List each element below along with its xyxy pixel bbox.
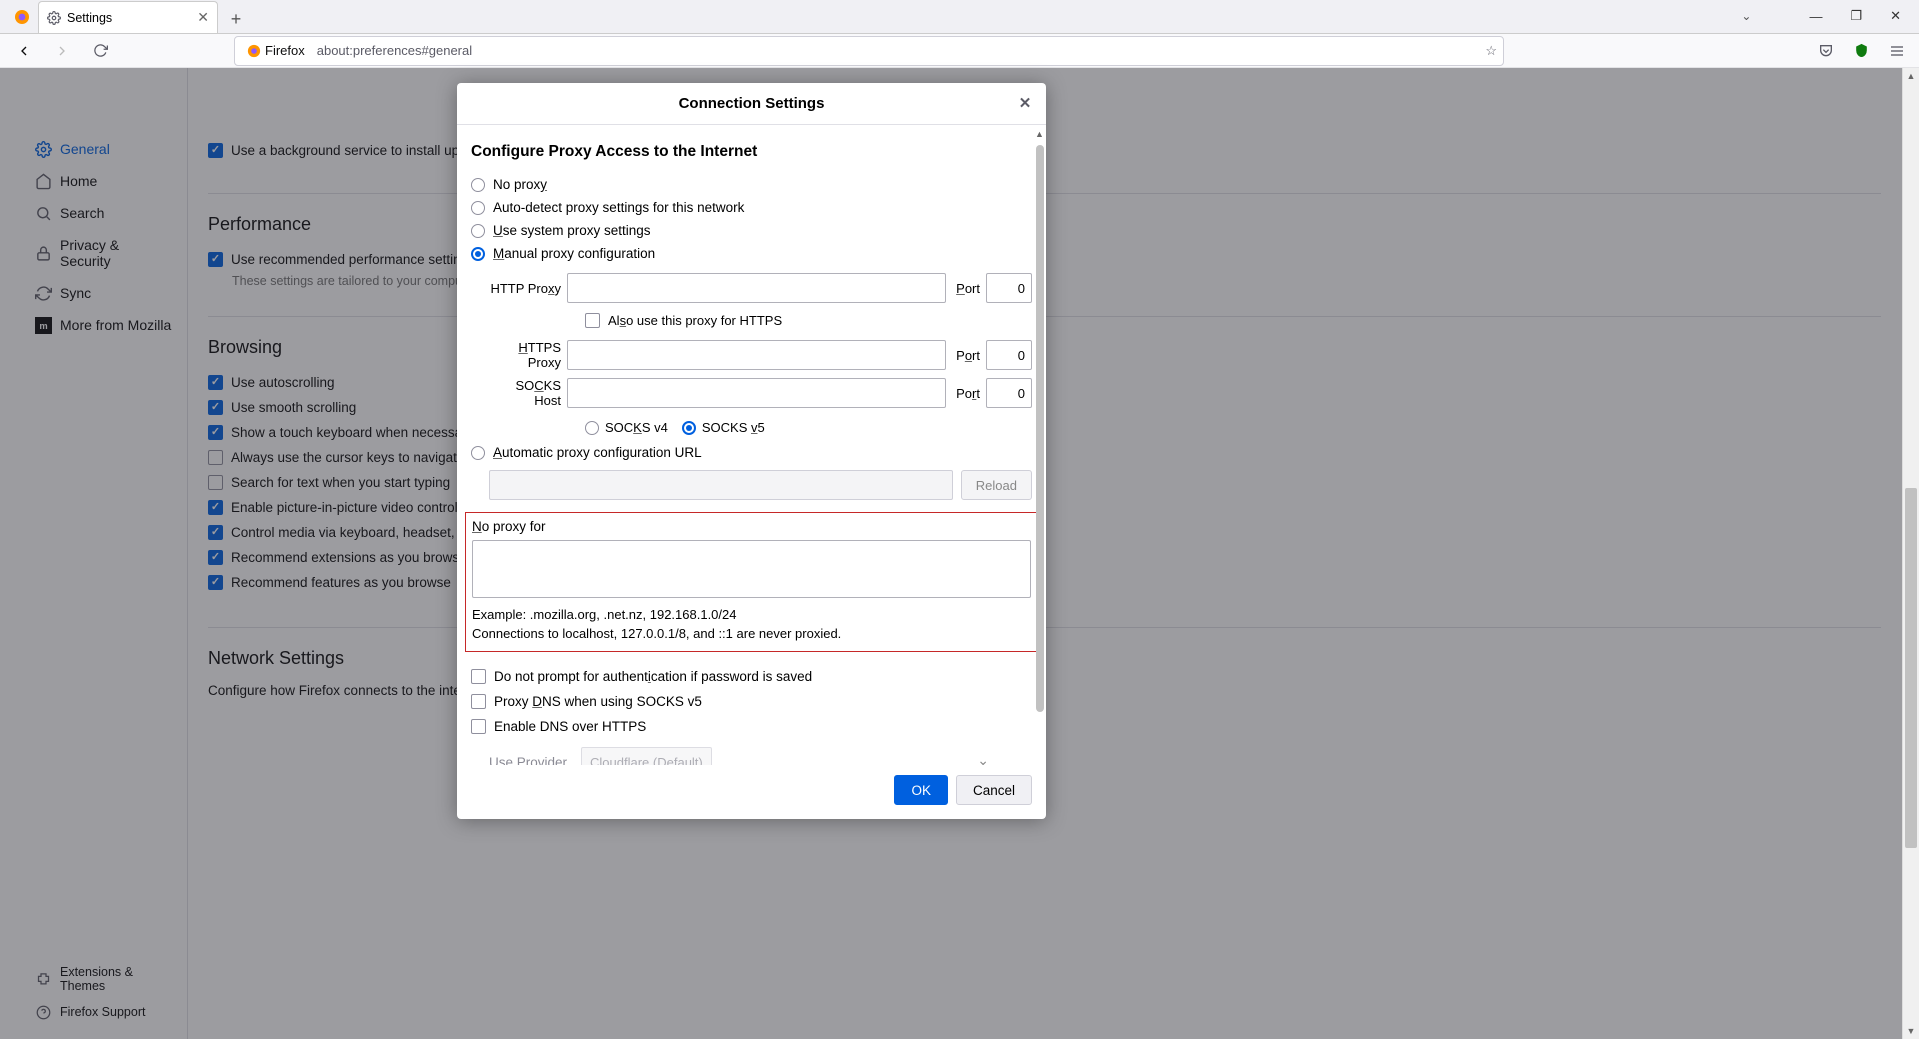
socks-port-label: Port	[956, 386, 980, 401]
socks-host-label: SOCKS Host	[489, 378, 561, 408]
no-proxy-label: No proxy for	[472, 517, 1031, 540]
pac-url-input	[489, 470, 953, 500]
radio-icon	[471, 224, 485, 238]
radio-icon	[585, 421, 599, 435]
manual-proxy-grid: HTTP Proxy Port Also use this proxy for …	[489, 273, 1032, 441]
scroll-thumb[interactable]	[1905, 488, 1917, 848]
radio-icon	[471, 178, 485, 192]
http-port-input[interactable]	[986, 273, 1032, 303]
enable-doh-row: Enable DNS over HTTPS	[471, 714, 1032, 739]
bookmark-star-icon[interactable]: ☆	[1485, 43, 1497, 59]
dialog-close-button[interactable]: ✕	[1014, 92, 1036, 114]
also-https-label: Also use this proxy for HTTPS	[608, 313, 782, 328]
radio-icon	[471, 201, 485, 215]
connection-settings-dialog: Connection Settings ✕ Configure Proxy Ac…	[457, 83, 1046, 819]
identity-box[interactable]: Firefox	[241, 41, 311, 60]
https-port-label: Port	[956, 348, 980, 363]
radio-auto-detect[interactable]: Auto-detect proxy settings for this netw…	[471, 196, 1032, 219]
close-window-icon[interactable]: ✕	[1890, 8, 1901, 24]
socks-port-input[interactable]	[986, 378, 1032, 408]
no-proxy-note: Connections to localhost, 127.0.0.1/8, a…	[472, 624, 1031, 643]
browser-tab[interactable]: Settings ✕	[38, 1, 218, 33]
radio-socks-v5[interactable]: SOCKS v5	[682, 420, 765, 435]
dialog-title: Connection Settings	[679, 95, 825, 112]
radio-icon	[471, 247, 485, 261]
no-auth-prompt-checkbox[interactable]	[471, 669, 486, 684]
proxy-dns-checkbox[interactable]	[471, 694, 486, 709]
dialog-footer: OK Cancel	[457, 765, 1046, 819]
url-bar[interactable]: Firefox about:preferences#general ☆	[234, 36, 1504, 66]
scroll-up-icon[interactable]: ▲	[1903, 68, 1919, 84]
window-controls: ⌄ — ❐ ✕	[1741, 0, 1919, 33]
gear-icon	[47, 11, 61, 25]
new-tab-button[interactable]: +	[222, 5, 250, 33]
radio-label: Auto-detect proxy settings for this netw…	[493, 200, 744, 215]
ok-button[interactable]: OK	[894, 775, 948, 805]
no-auth-prompt-label: Do not prompt for authentication if pass…	[494, 669, 812, 684]
dialog-scroll-thumb[interactable]	[1036, 145, 1044, 712]
cancel-button[interactable]: Cancel	[956, 775, 1032, 805]
http-port-label: Port	[956, 281, 980, 296]
tab-title: Settings	[67, 11, 112, 25]
url-text: about:preferences#general	[317, 43, 472, 58]
page-scrollbar[interactable]: ▲ ▼	[1902, 68, 1919, 1039]
no-proxy-example: Example: .mozilla.org, .net.nz, 192.168.…	[472, 601, 1031, 624]
dialog-title-bar: Connection Settings ✕	[457, 83, 1046, 125]
dialog-scrollbar[interactable]: ▲	[1036, 145, 1044, 761]
https-proxy-input[interactable]	[567, 340, 946, 370]
socks-host-input[interactable]	[567, 378, 946, 408]
radio-pac-url[interactable]: Automatic proxy configuration URL	[471, 441, 1032, 464]
doh-provider-select: Cloudflare (Default)	[581, 747, 712, 765]
radio-system-proxy[interactable]: Use system proxy settings	[471, 219, 1032, 242]
radio-label: Use system proxy settings	[493, 223, 651, 238]
tab-strip: Settings ✕ + ⌄ — ❐ ✕	[0, 0, 1919, 34]
enable-doh-checkbox[interactable]	[471, 719, 486, 734]
back-button[interactable]	[10, 37, 38, 65]
https-proxy-label: HTTPS Proxy	[489, 340, 561, 370]
also-https-checkbox[interactable]	[585, 313, 600, 328]
reload-button[interactable]	[86, 37, 114, 65]
app-menu-icon[interactable]	[1889, 43, 1905, 59]
scroll-down-icon[interactable]: ▼	[1903, 1023, 1919, 1039]
http-proxy-input[interactable]	[567, 273, 946, 303]
radio-icon	[682, 421, 696, 435]
use-provider-label: Use Provider	[489, 755, 567, 766]
dialog-heading: Configure Proxy Access to the Internet	[471, 143, 1032, 161]
firefox-menu-icon[interactable]	[6, 1, 38, 33]
no-proxy-textarea[interactable]	[472, 540, 1031, 598]
socks-v5-label: SOCKS v5	[702, 420, 765, 435]
radio-label: No proxy	[493, 177, 547, 192]
scroll-up-icon[interactable]: ▲	[1035, 129, 1044, 139]
close-tab-icon[interactable]: ✕	[197, 9, 209, 26]
radio-icon	[471, 446, 485, 460]
http-proxy-label: HTTP Proxy	[489, 281, 561, 296]
proxy-dns-label: Proxy DNS when using SOCKS v5	[494, 694, 702, 709]
proxy-dns-row: Proxy DNS when using SOCKS v5	[471, 689, 1032, 714]
tabs-dropdown-icon[interactable]: ⌄	[1741, 9, 1751, 23]
identity-label: Firefox	[265, 43, 305, 58]
no-auth-prompt-row: Do not prompt for authentication if pass…	[471, 664, 1032, 689]
maximize-icon[interactable]: ❐	[1850, 8, 1862, 24]
radio-socks-v4[interactable]: SOCKS v4	[585, 420, 668, 435]
minimize-icon[interactable]: —	[1809, 9, 1822, 24]
shield-icon[interactable]	[1854, 43, 1869, 58]
socks-v4-label: SOCKS v4	[605, 420, 668, 435]
nav-toolbar: Firefox about:preferences#general ☆	[0, 34, 1919, 68]
enable-doh-label: Enable DNS over HTTPS	[494, 719, 646, 734]
radio-label: Automatic proxy configuration URL	[493, 445, 702, 460]
no-proxy-highlight: No proxy for Example: .mozilla.org, .net…	[465, 512, 1038, 652]
https-port-input[interactable]	[986, 340, 1032, 370]
forward-button[interactable]	[48, 37, 76, 65]
radio-label: Manual proxy configuration	[493, 246, 655, 261]
save-pocket-icon[interactable]	[1818, 43, 1834, 59]
doh-provider-row: Use Provider Cloudflare (Default)	[489, 747, 1032, 765]
radio-manual-proxy[interactable]: Manual proxy configuration	[471, 242, 1032, 265]
dialog-body: Configure Proxy Access to the Internet N…	[457, 125, 1046, 765]
reload-pac-button: Reload	[961, 470, 1032, 500]
radio-no-proxy[interactable]: No proxy	[471, 173, 1032, 196]
